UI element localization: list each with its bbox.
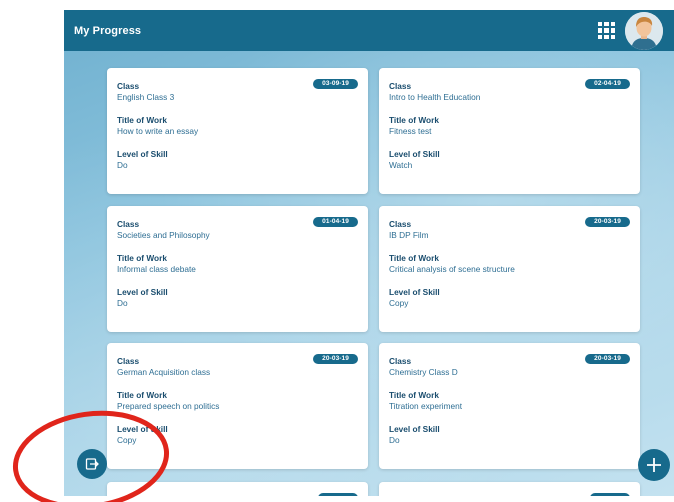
title-of-work-label: Title of Work xyxy=(389,390,439,400)
level-of-skill-label: Level of Skill xyxy=(117,424,168,434)
class-value: English Class 3 xyxy=(117,92,175,102)
avatar[interactable] xyxy=(625,12,663,50)
title-of-work-label: Title of Work xyxy=(389,253,439,263)
title-of-work-value: Critical analysis of scene structure xyxy=(389,264,515,274)
level-of-skill-label: Level of Skill xyxy=(117,149,168,159)
level-of-skill-value: Copy xyxy=(117,435,137,445)
date-badge xyxy=(590,493,630,496)
progress-card[interactable] xyxy=(107,482,368,496)
progress-card[interactable]: 01-04-19 Class Societies and Philosophy … xyxy=(107,206,368,332)
title-of-work-value: Prepared speech on politics xyxy=(117,401,220,411)
title-of-work-label: Title of Work xyxy=(117,390,167,400)
progress-card[interactable] xyxy=(379,482,640,496)
date-badge: 02-04-19 xyxy=(585,79,630,89)
date-badge: 01-04-19 xyxy=(313,217,358,227)
progress-card[interactable]: 03-09-19 Class English Class 3 Title of … xyxy=(107,68,368,194)
title-of-work-label: Title of Work xyxy=(117,253,167,263)
date-badge xyxy=(318,493,358,496)
plus-icon xyxy=(647,458,661,472)
class-value: Chemistry Class D xyxy=(389,367,458,377)
level-of-skill-label: Level of Skill xyxy=(389,287,440,297)
top-bar: My Progress xyxy=(64,10,674,51)
add-button[interactable] xyxy=(638,449,670,481)
title-of-work-value: Titration experiment xyxy=(389,401,463,411)
title-of-work-value: Fitness test xyxy=(389,126,432,136)
exit-button[interactable] xyxy=(77,449,107,479)
title-of-work-value: Informal class debate xyxy=(117,264,196,274)
date-badge: 20-03-19 xyxy=(585,217,630,227)
level-of-skill-value: Do xyxy=(117,298,128,308)
date-badge: 20-03-19 xyxy=(585,354,630,364)
level-of-skill-value: Do xyxy=(389,435,400,445)
progress-card[interactable]: 20-03-19 Class Chemistry Class D Title o… xyxy=(379,343,640,469)
title-of-work-value: How to write an essay xyxy=(117,126,199,136)
title-of-work-label: Title of Work xyxy=(117,115,167,125)
level-of-skill-label: Level of Skill xyxy=(389,424,440,434)
class-value: German Acquisition class xyxy=(117,367,211,377)
progress-card[interactable]: 20-03-19 Class German Acquisition class … xyxy=(107,343,368,469)
date-badge: 20-03-19 xyxy=(313,354,358,364)
class-value: Societies and Philosophy xyxy=(117,230,210,240)
level-of-skill-value: Watch xyxy=(389,160,413,170)
level-of-skill-label: Level of Skill xyxy=(117,287,168,297)
page-title: My Progress xyxy=(74,24,142,37)
progress-card[interactable]: 20-03-19 Class IB DP Film Title of Work … xyxy=(379,206,640,332)
app-window: My Progress 03-09-19 Class English Class… xyxy=(64,10,674,496)
progress-card[interactable]: 02-04-19 Class Intro to Health Education… xyxy=(379,68,640,194)
class-value: IB DP Film xyxy=(389,230,429,240)
date-badge: 03-09-19 xyxy=(313,79,358,89)
class-value: Intro to Health Education xyxy=(389,92,481,102)
exit-icon xyxy=(85,458,99,470)
level-of-skill-value: Do xyxy=(117,160,128,170)
level-of-skill-label: Level of Skill xyxy=(389,149,440,159)
title-of-work-label: Title of Work xyxy=(389,115,439,125)
level-of-skill-value: Copy xyxy=(389,298,409,308)
apps-grid-icon[interactable] xyxy=(598,22,615,39)
user-avatar-icon xyxy=(625,12,663,50)
